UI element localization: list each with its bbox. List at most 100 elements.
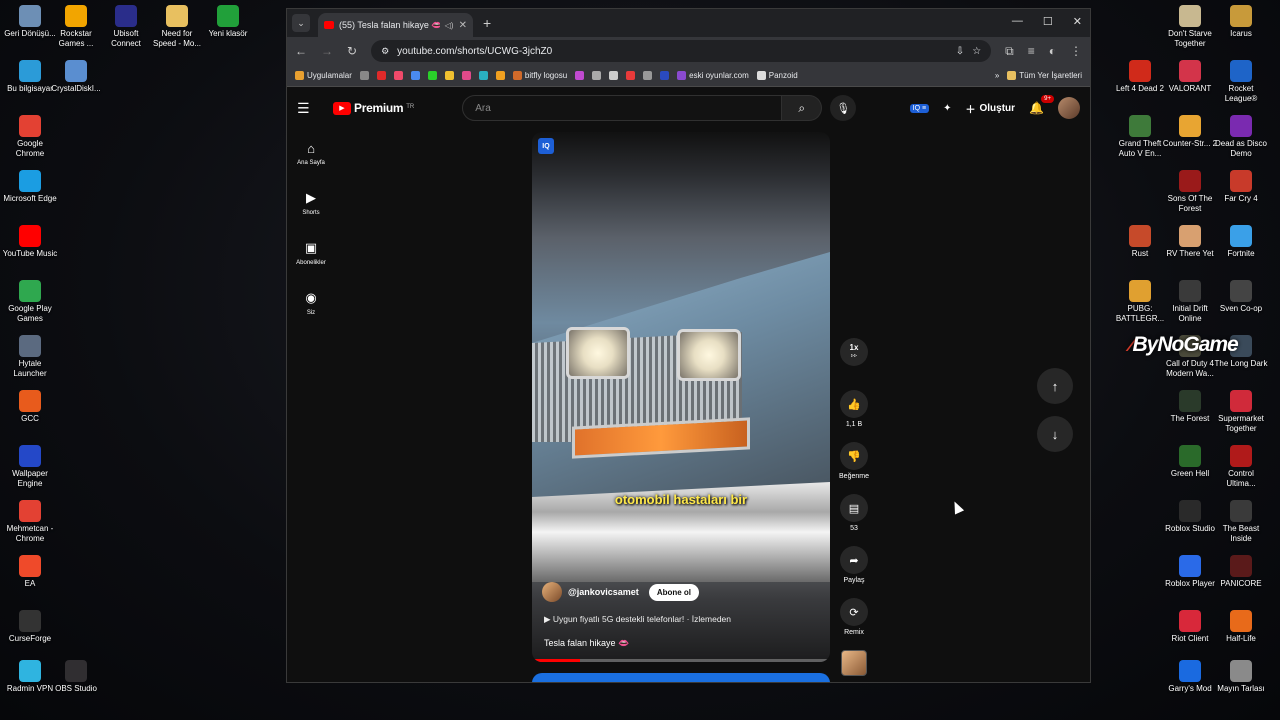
install-app-icon[interactable]: ⇩ <box>956 46 964 57</box>
tool-bookmark-icon[interactable] <box>643 71 653 80</box>
bookmark-panzoid[interactable]: Panzoid <box>756 71 798 80</box>
desktop-shortcut[interactable]: Rocket League® <box>1213 60 1269 103</box>
like-button[interactable]: 👍 1,1 B <box>840 390 868 436</box>
video-progress-bar[interactable] <box>532 659 830 662</box>
sheets-bookmark-icon[interactable] <box>427 71 437 80</box>
guide-item[interactable]: ▣ Abonelikler <box>287 228 335 278</box>
reload-button[interactable]: ↻ <box>347 44 357 58</box>
desktop-shortcut[interactable]: Microsoft Edge <box>2 170 58 204</box>
desktop-shortcut[interactable]: GCC <box>2 390 58 424</box>
hamburger-menu-icon[interactable]: ☰ <box>297 100 325 117</box>
desktop-shortcut[interactable]: The Beast Inside <box>1213 500 1269 543</box>
avatar[interactable] <box>1058 97 1080 119</box>
desktop-shortcut[interactable]: Supermarket Together <box>1213 390 1269 433</box>
desktop-shortcut[interactable]: Far Cry 4 <box>1213 170 1269 204</box>
desktop-shortcut[interactable]: EA <box>2 555 58 589</box>
steam-bookmark-icon[interactable] <box>609 71 619 80</box>
dislike-button[interactable]: 👎 Beğenme <box>839 442 869 488</box>
desktop-shortcut[interactable]: CrystalDiskI... <box>48 60 104 94</box>
desktop-shortcut[interactable]: RV There Yet <box>1162 225 1218 259</box>
bird-bookmark-icon[interactable] <box>478 71 488 80</box>
tab-search-button[interactable]: ⌄ <box>292 14 310 32</box>
desktop-shortcut[interactable]: Google Chrome <box>2 115 58 158</box>
binance-bookmark-icon[interactable] <box>495 71 505 80</box>
shorts-video-player[interactable]: IQ otomobil hastaları bir @jankovicsamet… <box>532 132 830 662</box>
active-tab[interactable]: (55) Tesla falan hikaye 👄 ◁) ✕ <box>318 13 473 37</box>
speaker-icon[interactable]: ◁) <box>445 21 454 30</box>
desktop-shortcut[interactable]: CurseForge <box>2 610 58 644</box>
desktop-shortcut[interactable]: Counter-Str... 2 <box>1162 115 1218 149</box>
channel-name[interactable]: @jankovicsamet <box>568 587 639 597</box>
previous-short-button[interactable]: ↑ <box>1037 368 1073 404</box>
desktop-shortcut[interactable]: Sven Co-op <box>1213 280 1269 314</box>
bookmark-eski-oyunlar[interactable]: eski oyunlar.com <box>677 71 749 80</box>
menu-icon[interactable]: ⋮ <box>1070 44 1082 58</box>
sound-thumbnail[interactable] <box>841 650 867 676</box>
search-input[interactable]: Ara <box>462 95 783 121</box>
grid-icon[interactable] <box>359 71 369 80</box>
playback-speed[interactable]: 1x ▹▹ <box>840 338 868 384</box>
desktop-shortcut[interactable]: Icarus <box>1213 5 1269 39</box>
desktop-shortcut[interactable]: Ubisoft Connect <box>98 5 154 48</box>
photos-bookmark-icon[interactable] <box>461 71 471 80</box>
maximize-button[interactable]: ☐ <box>1043 15 1053 28</box>
share-button[interactable]: ➦ Paylaş <box>840 546 868 592</box>
desktop-shortcut[interactable]: Rust <box>1112 225 1168 259</box>
bookmark-star-icon[interactable]: ☆ <box>972 46 981 57</box>
s-bookmark-icon[interactable] <box>626 71 636 80</box>
create-button[interactable]: ＋ Oluştur <box>965 101 1015 116</box>
subscribe-button[interactable]: Abone ol <box>648 583 700 601</box>
desktop-shortcut[interactable]: Roblox Studio <box>1162 500 1218 534</box>
search-button[interactable]: ⌕ <box>782 95 823 121</box>
extension-badge-icon[interactable]: IQ ≡ <box>909 103 930 113</box>
desktop-shortcut[interactable]: Yeni klasör <box>200 5 256 39</box>
promo-link[interactable]: ▶ Uygun fiyatlı 5G destekli telefonlar! … <box>544 614 731 625</box>
notifications-button[interactable]: 🔔 9+ <box>1029 95 1054 115</box>
desktop-shortcut[interactable]: Half-Life <box>1213 610 1269 644</box>
desktop-shortcut[interactable]: Mayın Tarlası <box>1213 660 1269 694</box>
extensions-icon[interactable]: ⧉ <box>1005 44 1014 59</box>
gemini-icon[interactable]: ✦ <box>943 103 951 114</box>
next-short-button[interactable]: ↓ <box>1037 416 1073 452</box>
guide-item[interactable]: ⌂ Ana Sayfa <box>287 128 335 178</box>
desktop-shortcut[interactable]: Need for Speed - Mo... <box>149 5 205 48</box>
new-tab-button[interactable]: + <box>483 15 491 31</box>
channel-avatar[interactable] <box>542 582 562 602</box>
desktop-shortcut[interactable]: Mehmetcan - Chrome <box>2 500 58 543</box>
remix-button[interactable]: ⟳ Remix <box>840 598 868 644</box>
desktop-shortcut[interactable]: Riot Client <box>1162 610 1218 644</box>
desktop-shortcut[interactable]: PUBG: BATTLEGR... <box>1112 280 1168 323</box>
desktop-shortcut[interactable]: Wallpaper Engine <box>2 445 58 488</box>
bookmark-apps[interactable]: Uygulamalar <box>295 71 352 80</box>
youtube-logo[interactable]: ▶ Premium TR <box>333 101 414 115</box>
desktop-shortcut[interactable]: Roblox Player <box>1162 555 1218 589</box>
guide-item[interactable]: ▶ Shorts <box>287 178 335 228</box>
desktop-shortcut[interactable]: Fortnite <box>1213 225 1269 259</box>
guide-item[interactable]: ◉ Siz <box>287 278 335 328</box>
desktop-shortcut[interactable]: Sons Of The Forest <box>1162 170 1218 213</box>
keep-bookmark-icon[interactable] <box>444 71 454 80</box>
youtube-bookmark-icon[interactable] <box>376 71 386 80</box>
profile-icon[interactable]: ◐ <box>1049 44 1056 58</box>
next-short-preview[interactable] <box>532 673 830 682</box>
site-info-icon[interactable]: ⚙ <box>381 46 389 57</box>
desktop-shortcut[interactable]: Hytale Launcher <box>2 335 58 378</box>
reading-list-icon[interactable]: ≡ <box>1028 44 1035 58</box>
google-bookmark-icon[interactable] <box>410 71 420 80</box>
desktop-shortcut[interactable]: Dead as Disco Demo <box>1213 115 1269 158</box>
desktop-shortcut[interactable]: Control Ultima... <box>1213 445 1269 488</box>
desktop-shortcut[interactable]: PANICORE <box>1213 555 1269 589</box>
desktop-shortcut[interactable]: Garry's Mod <box>1162 660 1218 694</box>
desktop-shortcut[interactable]: VALORANT <box>1162 60 1218 94</box>
bookmark-all[interactable]: Tüm Yer İşaretleri <box>1007 71 1082 80</box>
back-button[interactable]: ← <box>295 44 307 58</box>
desktop-shortcut[interactable]: The Forest <box>1162 390 1218 424</box>
desktop-shortcut[interactable]: OBS Studio <box>48 660 104 694</box>
desktop-shortcut[interactable]: Google Play Games <box>2 280 58 323</box>
forward-button[interactable]: → <box>321 44 333 58</box>
minimize-button[interactable]: — <box>1012 15 1023 28</box>
desktop-shortcut[interactable]: Grand Theft Auto V En... <box>1112 115 1168 158</box>
address-bar[interactable]: ⚙ youtube.com/shorts/UCWG-3jchZ0 ⇩ ☆ <box>371 40 992 62</box>
bookmark-bitfly[interactable]: bitfly logosu <box>512 71 567 80</box>
close-window-button[interactable]: ✕ <box>1073 15 1082 28</box>
